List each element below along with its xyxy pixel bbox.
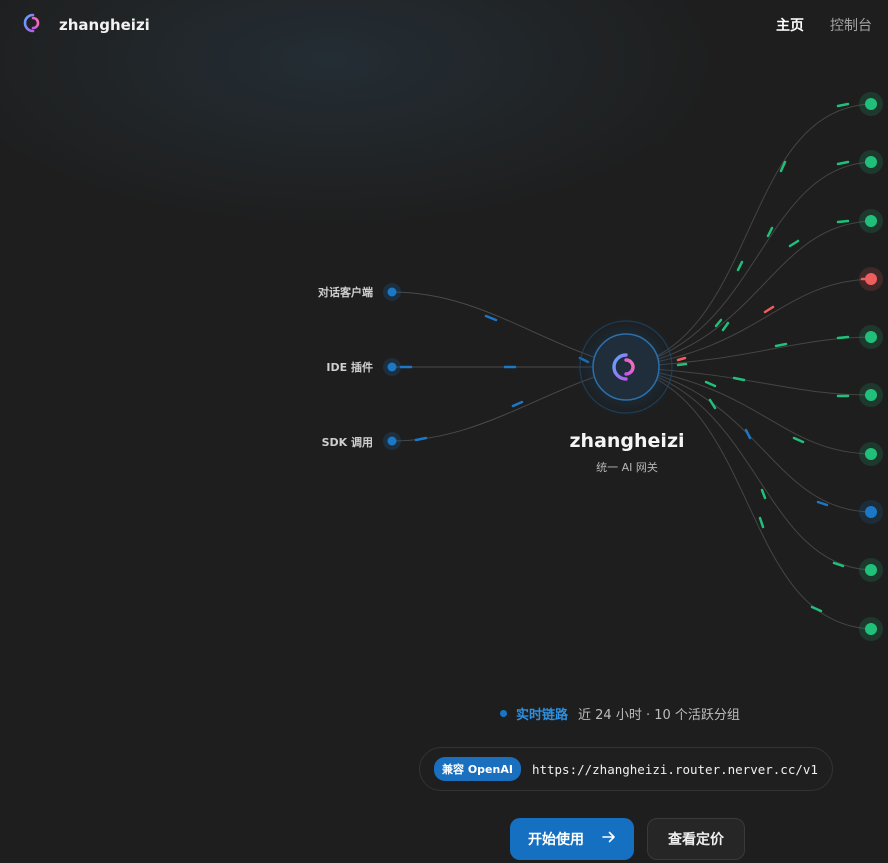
hub-subtitle: 统一 AI 网关: [596, 461, 658, 474]
upstream-node-healthy[interactable]: [859, 558, 883, 582]
arrow-right-icon: [602, 831, 616, 847]
client-label-ide: IDE 插件: [326, 361, 373, 374]
client-node[interactable]: [383, 358, 401, 376]
upstream-node-error[interactable]: [859, 267, 883, 291]
client-nodes: [383, 283, 401, 450]
endpoint-url[interactable]: https://zhangheizi.router.nerver.cc/v1: [532, 762, 818, 777]
client-node[interactable]: [383, 283, 401, 301]
client-label-sdk: SDK 调用: [321, 436, 373, 449]
upstream-node-healthy[interactable]: [859, 442, 883, 466]
live-label: 实时链路: [516, 708, 569, 723]
openai-compat-badge: 兼容 OpenAI: [434, 757, 521, 781]
gateway-hub[interactable]: [572, 313, 680, 421]
live-summary: 近 24 小时 · 10 个活跃分组: [578, 708, 740, 723]
client-label-chat: 对话客户端: [318, 286, 373, 299]
endpoint-box[interactable]: 兼容 OpenAI https://zhangheizi.router.nerv…: [419, 747, 833, 791]
live-dot-icon: [500, 710, 507, 717]
upstream-node-healthy[interactable]: [859, 383, 883, 407]
client-node[interactable]: [383, 432, 401, 450]
pricing-button-label: 查看定价: [668, 832, 724, 848]
upstream-node-healthy[interactable]: [859, 325, 883, 349]
upstream-link-pulses: [676, 102, 868, 613]
hub-title: zhangheizi: [569, 430, 685, 452]
upstream-node-healthy[interactable]: [859, 209, 883, 233]
routing-graph: [383, 92, 883, 641]
start-button[interactable]: 开始使用: [510, 818, 634, 860]
landing-page: zhangheizi 主页 控制台 对话客户端 IDE 插件 SDK 调用 zh…: [0, 0, 888, 863]
upstream-node-healthy[interactable]: [859, 150, 883, 174]
upstream-node-info[interactable]: [859, 500, 883, 524]
upstream-node-healthy[interactable]: [859, 617, 883, 641]
upstream-node-healthy[interactable]: [859, 92, 883, 116]
live-status: 实时链路 近 24 小时 · 10 个活跃分组: [500, 704, 740, 723]
start-button-label: 开始使用: [528, 832, 584, 848]
pricing-button[interactable]: 查看定价: [647, 818, 745, 860]
upstream-nodes: [859, 92, 883, 641]
